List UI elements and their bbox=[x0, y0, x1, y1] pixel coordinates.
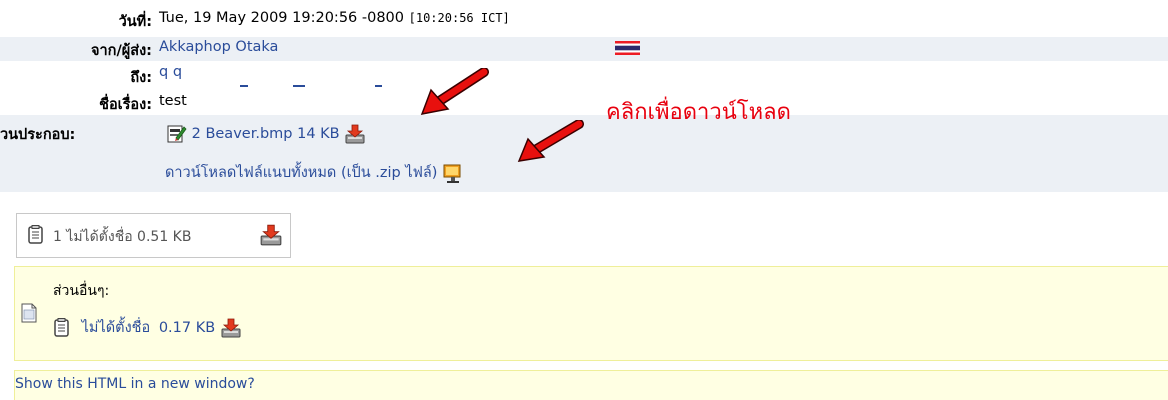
to-label: ถึง: bbox=[130, 70, 152, 86]
from-link[interactable]: Akkaphop Otaka bbox=[159, 39, 278, 55]
subject-value: test bbox=[159, 93, 187, 109]
attachment-item: 2 Beaver.bmp 14 KB bbox=[167, 123, 366, 145]
text-file-icon[interactable] bbox=[27, 225, 45, 245]
download-all-link[interactable]: ดาวน์โหลดไฟล์แนบทั้งหมด (เป็น .zip ไฟล์) bbox=[165, 165, 437, 181]
other-part-size: 0.17 KB bbox=[158, 320, 216, 336]
from-label: จาก/ผู้ส่ง: bbox=[91, 43, 152, 59]
other-part-name-link[interactable]: ไม่ได้ตั้งชื่อ bbox=[82, 320, 151, 336]
download-icon[interactable] bbox=[220, 317, 242, 339]
zip-download-icon[interactable] bbox=[442, 162, 464, 184]
date-value: Tue, 19 May 2009 19:20:56 -0800 [10:20:5… bbox=[159, 10, 510, 26]
attachments-label: ่วนประกอบ: bbox=[0, 127, 76, 143]
attachment-size: 14 KB bbox=[297, 126, 340, 142]
annotation-arrow bbox=[517, 120, 584, 162]
download-all-row: ดาวน์โหลดไฟล์แนบทั้งหมด (เป็น .zip ไฟล์) bbox=[165, 161, 464, 184]
download-icon[interactable] bbox=[259, 223, 283, 247]
to-link[interactable]: q q bbox=[159, 64, 182, 80]
text-file-icon[interactable] bbox=[53, 318, 71, 338]
subject-row: ชื่อเรื่อง: test bbox=[0, 90, 1168, 115]
html-link-bar: Show this HTML in a new window? bbox=[14, 370, 1168, 400]
other-parts-heading: ส่วนอื่นๆ: bbox=[53, 283, 110, 299]
download-icon[interactable] bbox=[344, 123, 366, 145]
date-text: Tue, 19 May 2009 19:20:56 -0800 bbox=[159, 10, 405, 26]
to-row: ถึง: q q bbox=[0, 61, 1168, 90]
show-html-link[interactable]: Show this HTML in a new window? bbox=[15, 376, 255, 392]
annotation-arrow bbox=[420, 68, 489, 115]
date-row: วันที่: Tue, 19 May 2009 19:20:56 -0800 … bbox=[0, 0, 1168, 37]
thailand-flag-icon bbox=[615, 41, 640, 55]
other-parts-panel: ส่วนอื่นๆ: ไม่ได้ตั้งชื่อ 0.17 KB bbox=[14, 266, 1168, 361]
hidden-address-fragment bbox=[293, 85, 305, 87]
from-row: จาก/ผู้ส่ง: Akkaphop Otaka bbox=[0, 37, 1168, 61]
date-label: วันที่: bbox=[118, 14, 152, 30]
binary-file-icon bbox=[21, 303, 37, 323]
hidden-address-fragment bbox=[375, 85, 382, 87]
unnamed-part-text[interactable]: 1 ไม่ได้ตั้งชื่อ 0.51 KB bbox=[53, 226, 191, 248]
bitmap-file-icon[interactable] bbox=[167, 124, 187, 144]
subject-label: ชื่อเรื่อง: bbox=[99, 97, 152, 113]
download-annotation: คลิกเพื่อดาวน์โหลด bbox=[606, 99, 791, 124]
hidden-address-fragment bbox=[240, 85, 248, 87]
local-time: [10:20:56 ICT] bbox=[408, 11, 510, 25]
attachment-name-link[interactable]: 2 Beaver.bmp bbox=[192, 126, 293, 142]
other-part-item: ไม่ได้ตั้งชื่อ 0.17 KB bbox=[53, 316, 242, 339]
unnamed-part-box: 1 ไม่ได้ตั้งชื่อ 0.51 KB bbox=[16, 213, 291, 258]
